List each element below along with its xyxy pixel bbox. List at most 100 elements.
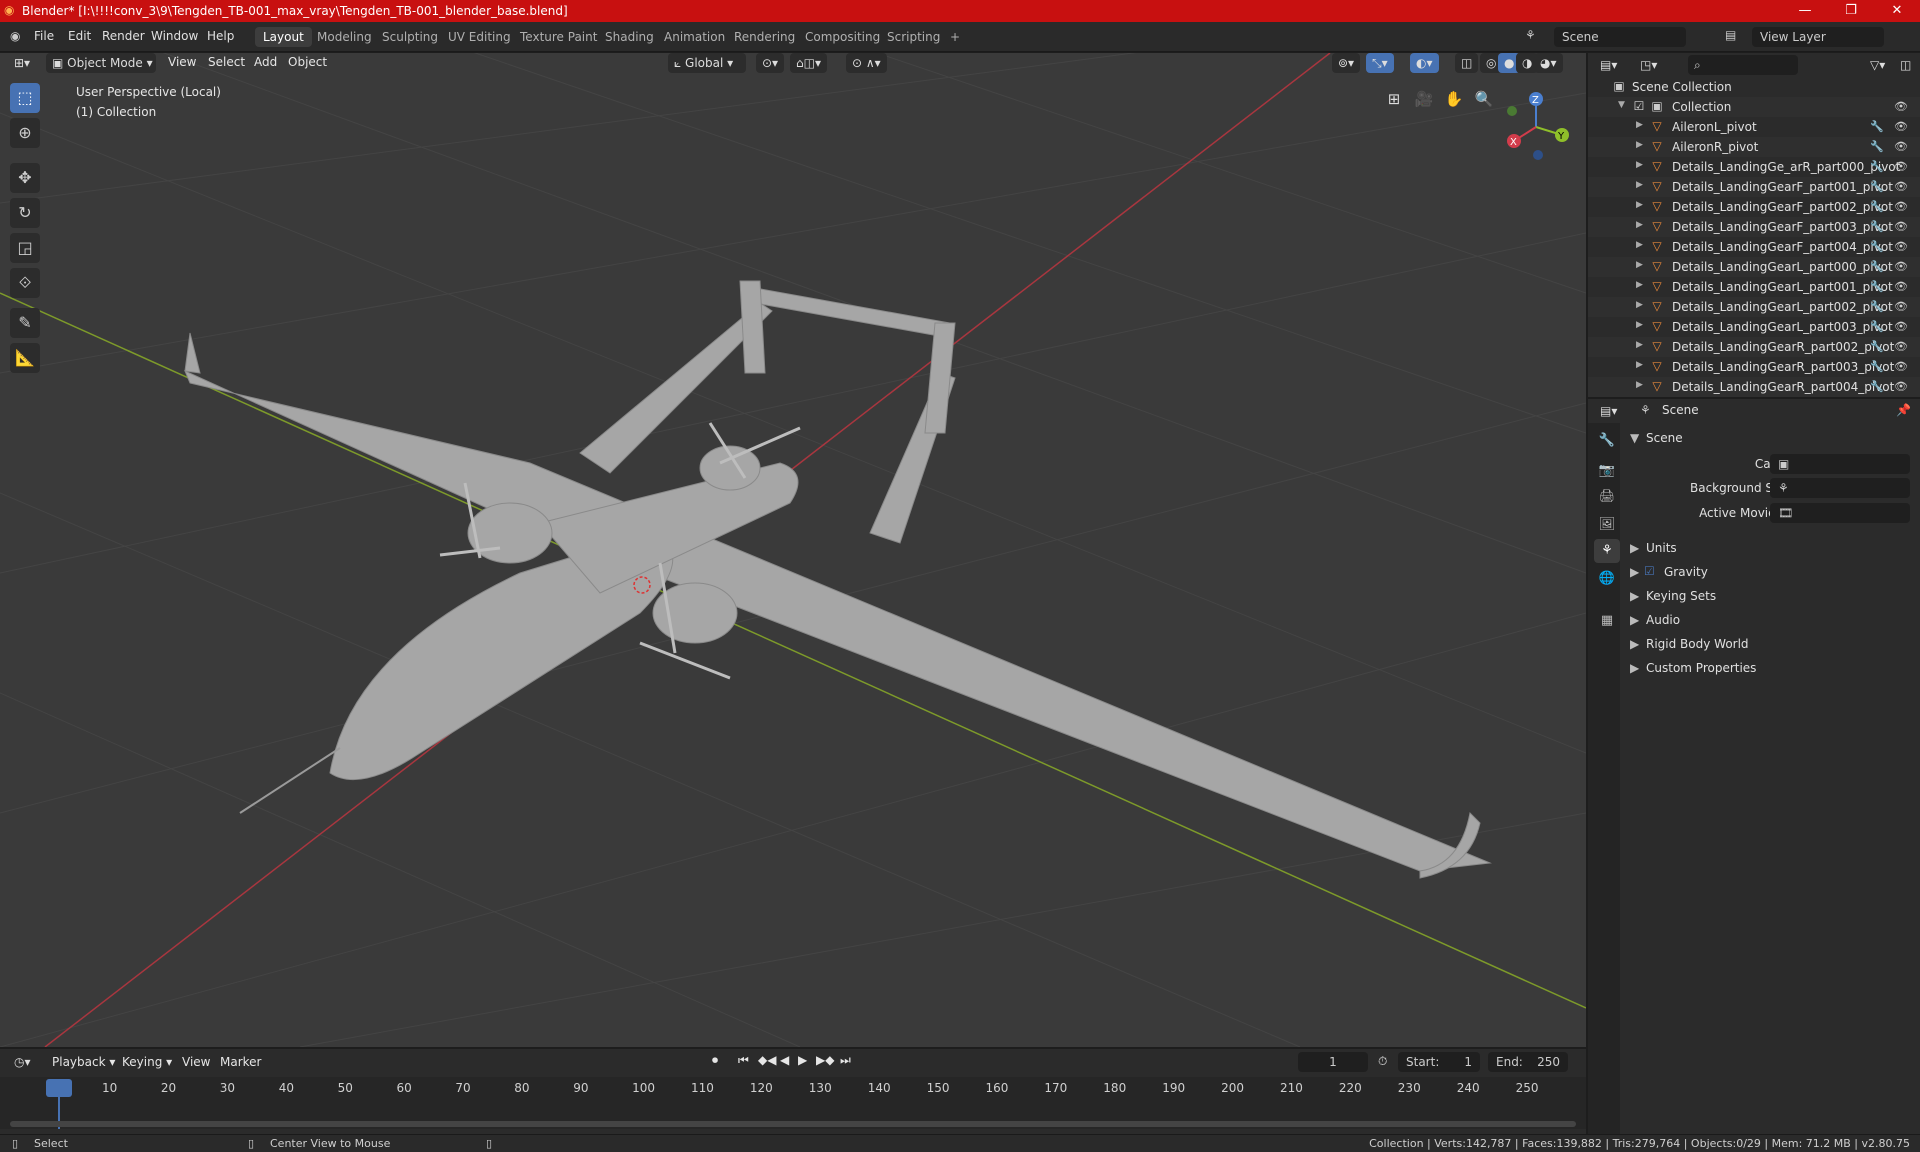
modifier-wrench-icon[interactable]: 🔧 — [1870, 140, 1884, 153]
pin-icon[interactable]: 📌 — [1896, 403, 1911, 417]
visibility-eye-icon[interactable]: 👁 — [1894, 180, 1908, 193]
viewport-menu-select[interactable]: Select — [208, 55, 245, 69]
expand-arrow-icon[interactable]: ▶ — [1636, 300, 1646, 310]
add-workspace-button[interactable]: + — [942, 27, 968, 47]
checkbox-icon[interactable]: ☑ — [1632, 99, 1646, 113]
zoom-view-icon[interactable]: 🔍 — [1470, 85, 1498, 113]
filter-icon[interactable]: ▽▾ — [1864, 55, 1891, 75]
modifier-wrench-icon[interactable]: 🔧 — [1870, 260, 1884, 273]
view-layer-selector[interactable]: View Layer — [1752, 27, 1884, 47]
properties-panel[interactable]: ▤▾ ⚘ Scene 📌 🔧 📷 🖨 🖼 ⚘ 🌐 ▦ ▼ Scene Camer… — [1588, 399, 1920, 1134]
timeline-scrollbar[interactable] — [10, 1121, 1576, 1127]
outliner-panel[interactable]: ▤▾ ◳▾ ⌕ ▽▾ ◫ ▣ Scene Collection ▼ ☑ ▣ Co… — [1588, 53, 1920, 397]
gizmo-toggle[interactable]: ⤡▾ — [1366, 53, 1394, 73]
jump-start-icon[interactable]: ⏮ — [738, 1053, 749, 1068]
blender-menu-icon[interactable]: ◉ — [10, 29, 20, 43]
modifier-wrench-icon[interactable]: 🔧 — [1870, 320, 1884, 333]
modifier-wrench-icon[interactable]: 🔧 — [1870, 360, 1884, 373]
outliner-item[interactable]: ▶ ▽ Details_LandingGearR_part003_pivot 🔧 👁 — [1588, 357, 1920, 377]
toggle-camera-view-icon[interactable]: ⊞ — [1380, 85, 1408, 113]
proportional-edit-toggle[interactable]: ⊙ ∧▾ — [846, 53, 887, 73]
world-props-tab-icon[interactable]: 🌐 — [1594, 567, 1620, 591]
tab-compositing[interactable]: Compositing — [797, 27, 888, 47]
minimize-button[interactable]: — — [1782, 0, 1828, 22]
rotate-tool-icon[interactable]: ↻ — [10, 198, 40, 228]
visibility-eye-icon[interactable]: 👁 — [1894, 100, 1908, 113]
outliner-item[interactable]: ▶ ▽ Details_LandingGearL_part001_pivot 🔧 👁 — [1588, 277, 1920, 297]
tool-props-tab-icon[interactable]: 🔧 — [1594, 429, 1620, 453]
modifier-wrench-icon[interactable]: 🔧 — [1870, 280, 1884, 293]
annotate-tool-icon[interactable]: ✎ — [10, 308, 40, 338]
outliner-collection[interactable]: ▼ ☑ ▣ Collection 👁 — [1588, 97, 1920, 117]
texture-props-tab-icon[interactable]: ▦ — [1594, 609, 1620, 633]
visibility-eye-icon[interactable]: 👁 — [1894, 280, 1908, 293]
outliner-item[interactable]: ▶ ▽ Details_LandingGearR_part002_pivot 🔧 👁 — [1588, 337, 1920, 357]
jump-end-icon[interactable]: ⏭ — [840, 1053, 851, 1068]
cursor-tool-icon[interactable]: ⊕ — [10, 118, 40, 148]
shading-rendered-button[interactable]: ◕▾ — [1534, 53, 1563, 73]
pan-view-icon[interactable]: ✋ — [1440, 85, 1468, 113]
visibility-dropdown[interactable]: ⊚▾ — [1332, 53, 1361, 73]
xray-toggle[interactable]: ◫ — [1455, 53, 1479, 73]
playhead[interactable] — [46, 1079, 72, 1097]
expand-arrow-icon[interactable]: ▶ — [1630, 589, 1639, 603]
view-layer-props-tab-icon[interactable]: 🖼 — [1594, 513, 1620, 537]
gravity-checkbox[interactable]: ☑ — [1644, 564, 1655, 578]
tab-scripting[interactable]: Scripting — [879, 27, 948, 47]
jump-keyframe-back-icon[interactable]: ◆◀ — [758, 1053, 776, 1067]
tab-rendering[interactable]: Rendering — [726, 27, 803, 47]
visibility-eye-icon[interactable]: 👁 — [1894, 140, 1908, 153]
maximize-button[interactable]: ❐ — [1828, 0, 1874, 22]
move-tool-icon[interactable]: ✥ — [10, 163, 40, 193]
expand-arrow-icon[interactable]: ▶ — [1636, 260, 1646, 270]
outliner-item[interactable]: ▶ ▽ Details_LandingGearF_part001_pivot 🔧 👁 — [1588, 177, 1920, 197]
outliner-item[interactable]: ▶ ▽ AileronR_pivot 🔧 👁 — [1588, 137, 1920, 157]
expand-arrow-icon[interactable]: ▶ — [1636, 380, 1646, 390]
visibility-eye-icon[interactable]: 👁 — [1894, 340, 1908, 353]
camera-view-icon[interactable]: 🎥 — [1410, 85, 1438, 113]
outliner-item[interactable]: ▶ ▽ Details_LandingGearL_part002_pivot 🔧 👁 — [1588, 297, 1920, 317]
current-frame-field[interactable]: 1 — [1298, 1052, 1368, 1072]
timeline-panel[interactable]: ◷▾ Playback ▾ Keying ▾ View Marker ⏺ ⏮ ◆… — [0, 1049, 1586, 1134]
tab-sculpting[interactable]: Sculpting — [374, 27, 446, 47]
clock-icon[interactable]: ⏱ — [1378, 1054, 1387, 1069]
outliner-item[interactable]: ▶ ▽ Details_LandingGearF_part003_pivot 🔧 👁 — [1588, 217, 1920, 237]
expand-arrow-icon[interactable]: ▶ — [1630, 565, 1639, 579]
scene-selector[interactable]: Scene — [1554, 27, 1686, 47]
start-frame-field[interactable]: Start: 1 — [1398, 1052, 1480, 1072]
expand-arrow-icon[interactable]: ▶ — [1636, 280, 1646, 290]
expand-arrow-icon[interactable]: ▶ — [1636, 340, 1646, 350]
viewport-menu-view[interactable]: View — [168, 55, 196, 69]
expand-arrow-icon[interactable]: ▶ — [1636, 140, 1646, 150]
measure-tool-icon[interactable]: 📐 — [10, 343, 40, 373]
modifier-wrench-icon[interactable]: 🔧 — [1870, 220, 1884, 233]
visibility-eye-icon[interactable]: 👁 — [1894, 260, 1908, 273]
modifier-wrench-icon[interactable]: 🔧 — [1870, 160, 1884, 173]
active-movie-clip-field[interactable]: 🎞 — [1770, 503, 1910, 523]
visibility-eye-icon[interactable]: 👁 — [1894, 200, 1908, 213]
timeline-menu-marker[interactable]: Marker — [220, 1055, 261, 1069]
timeline-editor-type-icon[interactable]: ◷▾ — [8, 1052, 37, 1072]
visibility-eye-icon[interactable]: 👁 — [1894, 300, 1908, 313]
expand-arrow-icon[interactable]: ▶ — [1630, 613, 1639, 627]
snap-toggle[interactable]: ⌂◫▾ — [790, 53, 827, 73]
modifier-wrench-icon[interactable]: 🔧 — [1870, 200, 1884, 213]
play-reverse-icon[interactable]: ◀ — [780, 1053, 789, 1067]
modifier-wrench-icon[interactable]: 🔧 — [1870, 180, 1884, 193]
viewport-menu-add[interactable]: Add — [254, 55, 277, 69]
menu-window[interactable]: Window — [151, 29, 198, 43]
modifier-wrench-icon[interactable]: 🔧 — [1870, 380, 1884, 393]
tab-uv-editing[interactable]: UV Editing — [440, 27, 519, 47]
editor-type-icon[interactable]: ⊞▾ — [8, 53, 36, 73]
expand-arrow-icon[interactable]: ▶ — [1636, 240, 1646, 250]
visibility-eye-icon[interactable]: 👁 — [1894, 160, 1908, 173]
outliner-item[interactable]: ▶ ▽ Details_LandingGearL_part003_pivot 🔧 👁 — [1588, 317, 1920, 337]
navigation-gizmo[interactable]: Z Y X — [1500, 87, 1580, 167]
menu-edit[interactable]: Edit — [68, 29, 91, 43]
visibility-eye-icon[interactable]: 👁 — [1894, 240, 1908, 253]
tab-shading[interactable]: Shading — [597, 27, 662, 47]
outliner-item[interactable]: ▶ ▽ AileronL_pivot 🔧 👁 — [1588, 117, 1920, 137]
expand-arrow-icon[interactable]: ▶ — [1636, 200, 1646, 210]
expand-arrow-icon[interactable]: ▶ — [1630, 637, 1639, 651]
tab-texture-paint[interactable]: Texture Paint — [512, 27, 605, 47]
